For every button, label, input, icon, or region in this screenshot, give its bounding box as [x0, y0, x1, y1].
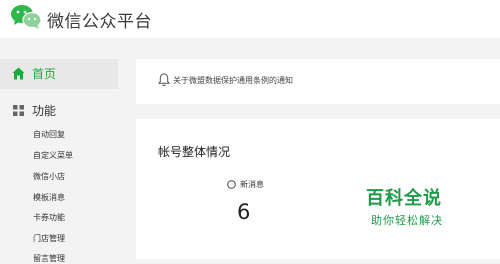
top-bar: 微信公众平台 — [0, 0, 500, 38]
sidebar-item-wechat-store[interactable]: 微信小店 — [33, 171, 65, 182]
sidebar-item-auto-reply[interactable]: 自动回复 — [33, 129, 65, 140]
sidebar-item-custom-menu[interactable]: 自定义菜单 — [33, 150, 73, 161]
home-icon — [12, 67, 25, 80]
new-messages-label: 新消息 — [240, 180, 264, 189]
grid-icon — [13, 105, 24, 116]
sidebar-item-coupons[interactable]: 卡券功能 — [33, 212, 65, 223]
watermark: 百科全说 助你轻松解决 — [360, 184, 465, 230]
watermark-subtitle: 助你轻松解决 — [371, 214, 443, 227]
sidebar: 首页 功能 自动回复 自定义菜单 微信小店 模板消息 卡券功能 门店管理 留言管… — [0, 54, 120, 263]
circle-icon — [227, 180, 236, 189]
watermark-title: 百科全说 — [366, 188, 442, 209]
sidebar-item-store-management[interactable]: 门店管理 — [33, 233, 65, 244]
notice-link[interactable]: 关于微盟数据保护通用条例的通知 — [173, 75, 293, 86]
sidebar-item-template-message[interactable]: 模板消息 — [33, 192, 65, 203]
sidebar-item-home-label: 首页 — [32, 67, 57, 81]
wechat-logo-icon[interactable] — [9, 3, 43, 31]
bell-icon — [158, 73, 170, 86]
new-messages-count[interactable]: 6 — [237, 200, 250, 224]
sidebar-item-home[interactable]: 首页 — [0, 59, 118, 89]
overview-title: 帐号整体情况 — [158, 145, 231, 159]
platform-title[interactable]: 微信公众平台 — [47, 7, 152, 32]
notice-banner[interactable]: 关于微盟数据保护通用条例的通知 — [136, 59, 500, 104]
sidebar-group-function-label: 功能 — [32, 104, 57, 118]
sidebar-group-function: 功能 — [0, 99, 118, 123]
